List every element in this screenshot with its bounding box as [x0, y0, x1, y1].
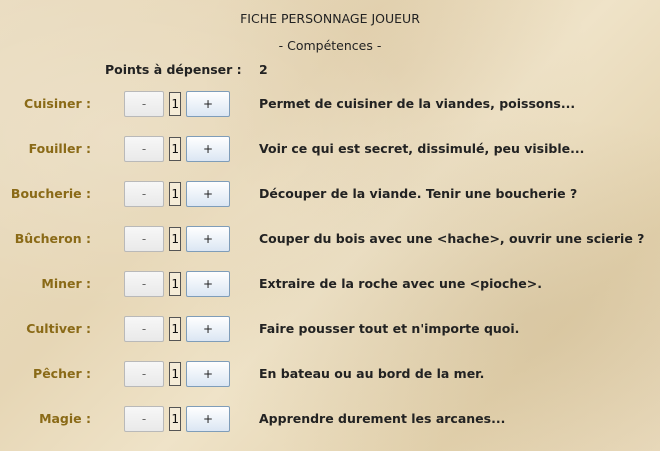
skill-name: Boucherie : — [10, 186, 91, 201]
skill-description: Voir ce qui est secret, dissimulé, peu v… — [259, 141, 585, 156]
increase-button[interactable]: + — [186, 361, 230, 387]
skill-value: 1 — [169, 362, 181, 386]
increase-button[interactable]: + — [186, 316, 230, 342]
decrease-button[interactable]: - — [124, 181, 164, 207]
decrease-button[interactable]: - — [124, 406, 164, 432]
skill-description: Couper du bois avec une <hache>, ouvrir … — [259, 231, 645, 246]
skill-description: Permet de cuisiner de la viandes, poisso… — [259, 96, 576, 111]
skill-value: 1 — [169, 137, 181, 161]
decrease-button[interactable]: - — [124, 226, 164, 252]
skill-name: Pêcher : — [33, 366, 91, 381]
skill-value: 1 — [169, 227, 181, 251]
skill-name: Magie : — [39, 411, 91, 426]
skill-value: 1 — [169, 407, 181, 431]
page-title: FICHE PERSONNAGE JOUEUR — [240, 11, 420, 26]
skill-row-boucherie: Boucherie : - 1 + Découper de la viande.… — [0, 179, 660, 209]
points-value: 2 — [259, 62, 268, 77]
skill-description: Extraire de la roche avec une <pioche>. — [259, 276, 542, 291]
skill-name: Cultiver : — [26, 321, 91, 336]
skill-row-miner: Miner : - 1 + Extraire de la roche avec … — [0, 269, 660, 299]
decrease-button[interactable]: - — [124, 316, 164, 342]
skill-value: 1 — [169, 92, 181, 116]
skill-value: 1 — [169, 182, 181, 206]
skill-description: Apprendre durement les arcanes... — [259, 411, 506, 426]
skill-row-pecher: Pêcher : - 1 + En bateau ou au bord de l… — [0, 359, 660, 389]
decrease-button[interactable]: - — [124, 136, 164, 162]
increase-button[interactable]: + — [186, 226, 230, 252]
points-label: Points à dépenser : — [105, 62, 242, 77]
decrease-button[interactable]: - — [124, 361, 164, 387]
increase-button[interactable]: + — [186, 271, 230, 297]
skill-row-fouiller: Fouiller : - 1 + Voir ce qui est secret,… — [0, 134, 660, 164]
skill-description: Découper de la viande. Tenir une boucher… — [259, 186, 578, 201]
increase-button[interactable]: + — [186, 91, 230, 117]
decrease-button[interactable]: - — [124, 91, 164, 117]
skill-value: 1 — [169, 317, 181, 341]
skill-description: En bateau ou au bord de la mer. — [259, 366, 485, 381]
skill-name: Miner : — [41, 276, 91, 291]
decrease-button[interactable]: - — [124, 271, 164, 297]
increase-button[interactable]: + — [186, 136, 230, 162]
skill-name: Fouiller : — [28, 141, 91, 156]
skill-name: Bûcheron : — [14, 231, 91, 246]
skill-row-bucheron: Bûcheron : - 1 + Couper du bois avec une… — [0, 224, 660, 254]
skill-name: Cuisiner : — [24, 96, 91, 111]
skill-row-cultiver: Cultiver : - 1 + Faire pousser tout et n… — [0, 314, 660, 344]
skill-value: 1 — [169, 272, 181, 296]
increase-button[interactable]: + — [186, 406, 230, 432]
skill-row-magie: Magie : - 1 + Apprendre durement les arc… — [0, 404, 660, 434]
increase-button[interactable]: + — [186, 181, 230, 207]
skill-description: Faire pousser tout et n'importe quoi. — [259, 321, 520, 336]
skill-row-cuisiner: Cuisiner : - 1 + Permet de cuisiner de l… — [0, 89, 660, 119]
section-subtitle: - Compétences - — [278, 38, 382, 53]
